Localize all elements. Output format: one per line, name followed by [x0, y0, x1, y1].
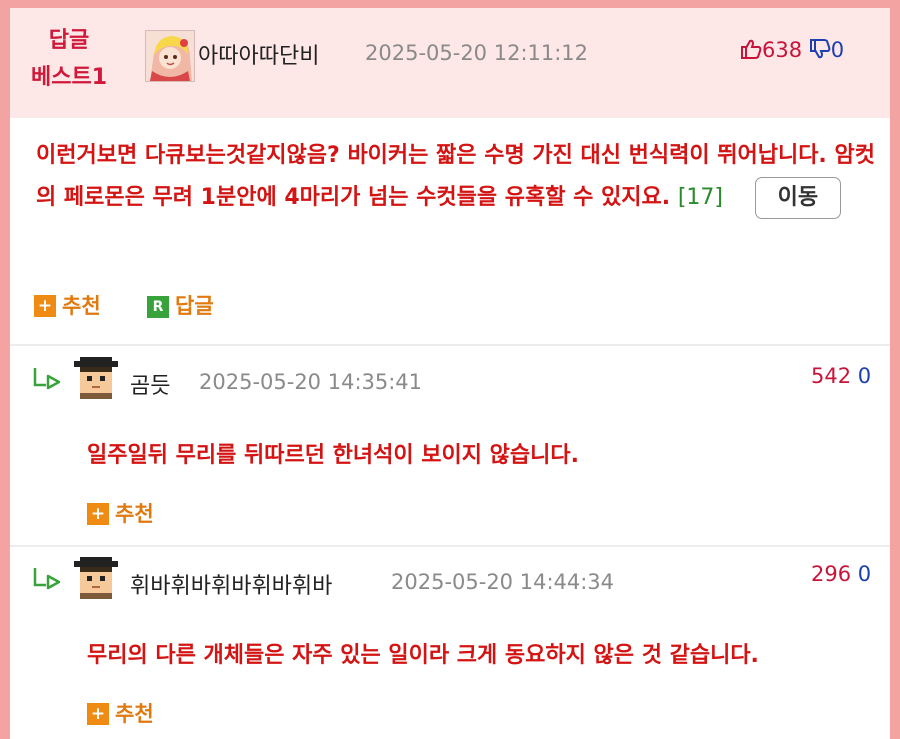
plus-icon: + — [34, 295, 56, 317]
comment-body: 이런거보면 다큐보는것같지않음? 바이커는 짧은 수명 가진 대신 번식력이 뛰… — [36, 135, 886, 219]
reply-label: 답글 — [175, 294, 214, 318]
reply-arrow-icon — [33, 368, 61, 390]
upvote-count[interactable]: 296 — [811, 562, 851, 586]
downvote-count[interactable]: 0 — [858, 562, 871, 586]
comment-text: 일주일뒤 무리를 뒤따르던 한녀석이 보이지 않습니다. — [87, 443, 579, 468]
reply-button[interactable]: R 답글 — [147, 290, 214, 320]
thumbs-down-icon[interactable] — [809, 38, 831, 65]
author-nickname[interactable]: 휘바휘바휘바휘바휘바 — [130, 568, 332, 600]
plus-icon: + — [87, 703, 109, 725]
upvote-count: 638 — [762, 38, 803, 62]
vote-counter: 638 0 — [740, 38, 844, 65]
recommend-button[interactable]: + 추천 — [34, 290, 101, 320]
reply-count: [17] — [677, 185, 723, 210]
upvote-count[interactable]: 542 — [811, 364, 851, 388]
post-datetime: 2025-05-20 14:35:41 — [199, 370, 423, 394]
anime-avatar-icon — [146, 31, 194, 81]
badge-line-1: 답글 — [48, 28, 90, 53]
divider — [10, 545, 890, 547]
best-reply-badge: 답글 베스트1 — [24, 22, 114, 96]
comment-text: 무리의 다른 개체들은 자주 있는 일이라 크게 동요하지 않은 것 같습니다. — [87, 643, 759, 668]
best-comment-header: 답글 베스트1 아따아따단비 2025-05-20 12:11:12 638 0 — [10, 8, 890, 118]
avatar[interactable] — [74, 557, 118, 599]
reply-icon: R — [147, 296, 169, 318]
avatar[interactable] — [145, 30, 195, 82]
author-nickname[interactable]: 곰듯 — [130, 368, 170, 400]
recommend-label: 추천 — [62, 294, 101, 318]
reply-arrow-icon — [33, 568, 61, 590]
downvote-count[interactable]: 0 — [858, 364, 871, 388]
recommend-label: 추천 — [115, 502, 154, 526]
downvote-count: 0 — [830, 38, 845, 62]
plus-icon: + — [87, 503, 109, 525]
badge-line-2: 베스트1 — [30, 65, 108, 90]
post-datetime: 2025-05-20 14:44:34 — [391, 570, 615, 594]
move-button[interactable]: 이동 — [754, 177, 842, 219]
vote-counter: 542 0 — [811, 364, 871, 388]
comment-text: 이런거보면 다큐보는것같지않음? 바이커는 짧은 수명 가진 대신 번식력이 뛰… — [36, 143, 875, 210]
author-nickname[interactable]: 아따아따단비 — [198, 38, 319, 70]
vote-counter: 296 0 — [811, 562, 871, 586]
post-datetime: 2025-05-20 12:11:12 — [365, 41, 589, 65]
recommend-button[interactable]: + 추천 — [87, 498, 154, 528]
comment-panel: 답글 베스트1 아따아따단비 2025-05-20 12:11:12 638 0… — [10, 8, 890, 739]
recommend-button[interactable]: + 추천 — [87, 698, 154, 728]
recommend-label: 추천 — [115, 702, 154, 726]
avatar[interactable] — [74, 357, 118, 399]
divider — [10, 344, 890, 346]
thumbs-up-icon[interactable] — [740, 38, 762, 65]
